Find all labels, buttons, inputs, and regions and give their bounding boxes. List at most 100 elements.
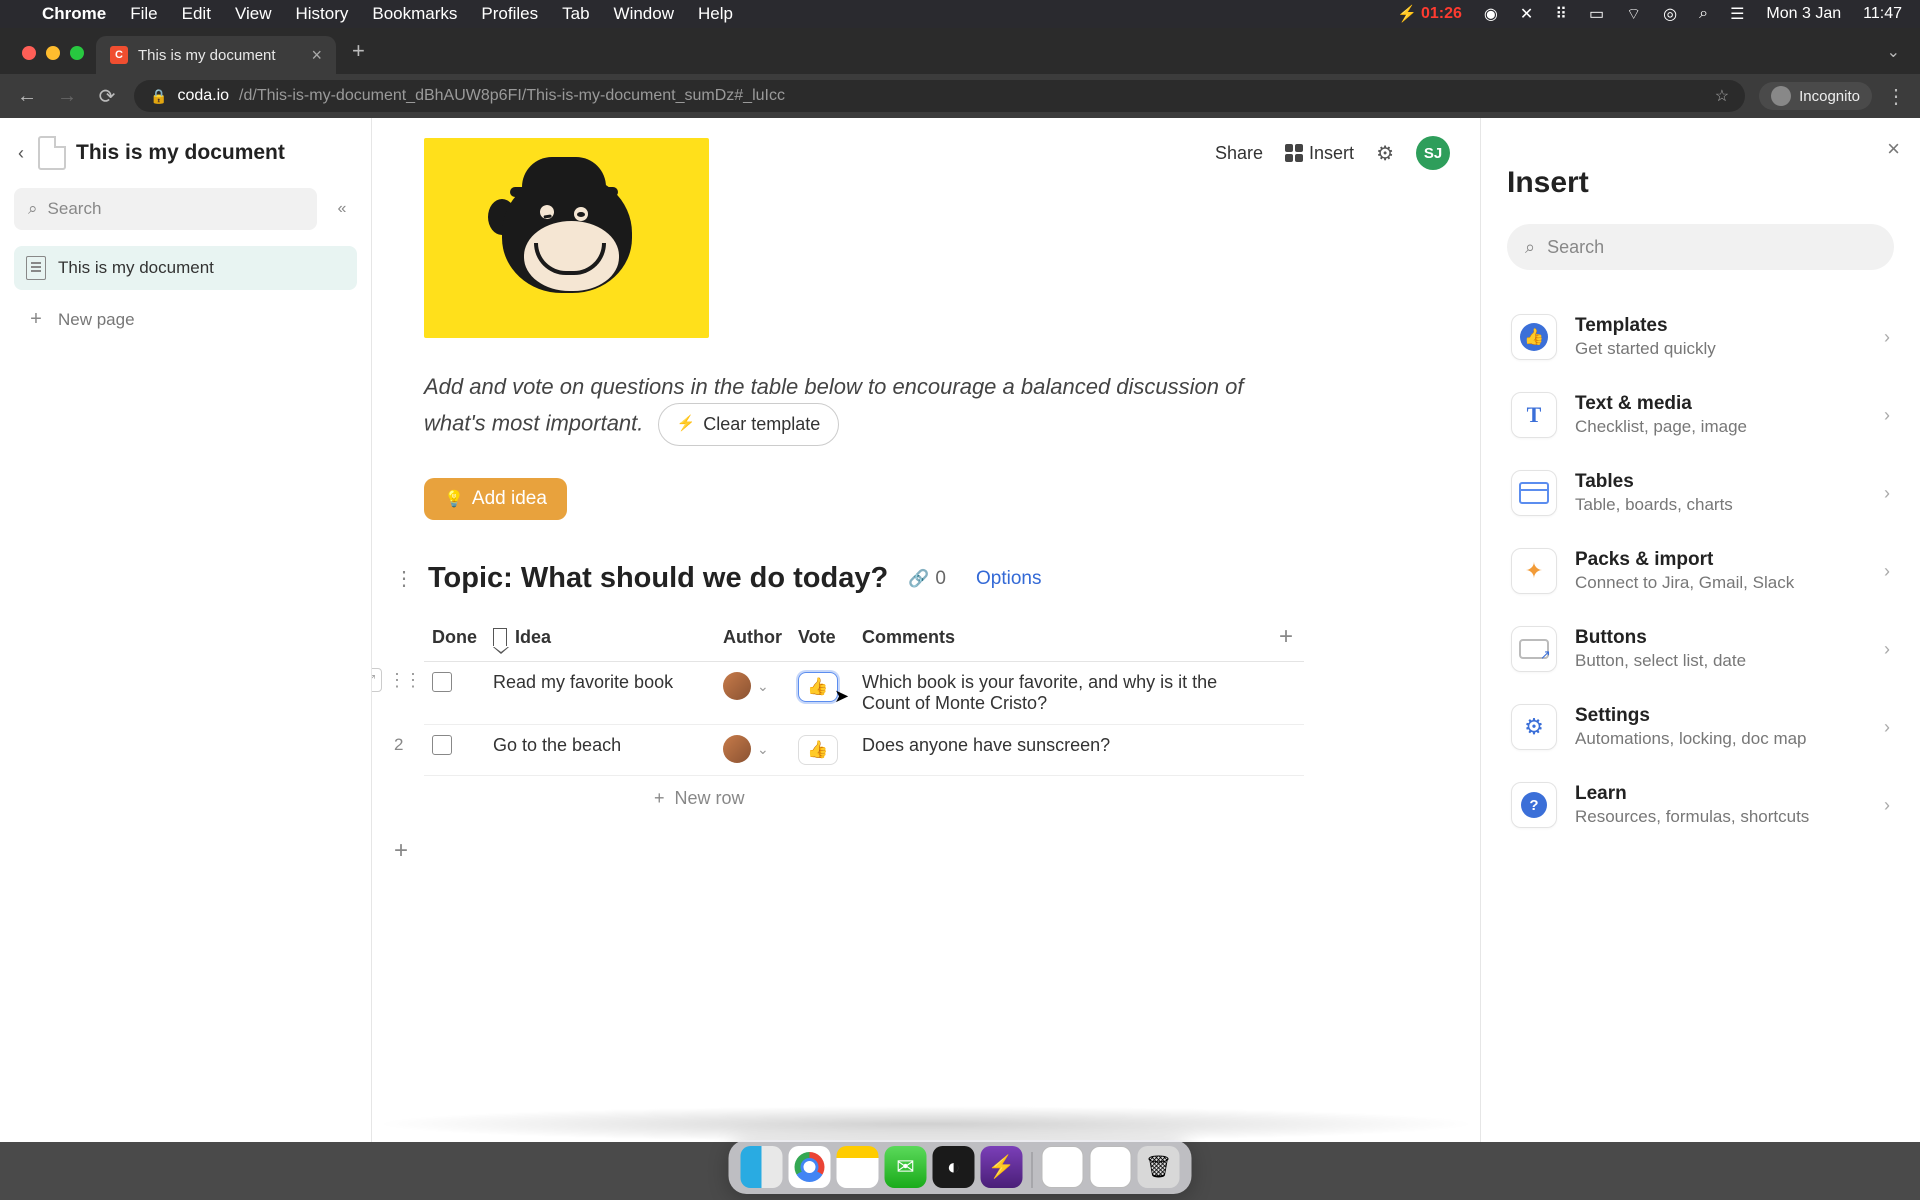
comment-cell[interactable]: Which book is your favorite, and why is …: [854, 662, 1268, 725]
dock-app-icon[interactable]: ⚡: [981, 1146, 1023, 1188]
status-icon[interactable]: ⠿: [1555, 4, 1567, 24]
col-done[interactable]: Done: [424, 613, 485, 662]
share-button[interactable]: Share: [1215, 143, 1263, 164]
table-menu-button[interactable]: ⋮: [394, 566, 414, 591]
table-title[interactable]: Topic: What should we do today?: [428, 562, 888, 595]
panel-search-input[interactable]: ⌕ Search: [1507, 224, 1894, 270]
author-cell[interactable]: ⌄: [723, 672, 782, 700]
menu-tab[interactable]: Tab: [562, 4, 589, 24]
chevron-down-icon[interactable]: ⌄: [757, 741, 769, 758]
window-close-button[interactable]: [22, 46, 36, 60]
idea-cell[interactable]: Go to the beach: [485, 725, 715, 776]
battery-icon[interactable]: ▭: [1589, 4, 1604, 24]
user-avatar[interactable]: SJ: [1416, 136, 1450, 170]
insert-item-packs[interactable]: ✦ Packs & import Connect to Jira, Gmail,…: [1507, 532, 1894, 610]
browser-menu-button[interactable]: ⋮: [1886, 84, 1906, 109]
insert-item-buttons[interactable]: Buttons Button, select list, date ›: [1507, 610, 1894, 688]
item-title: Tables: [1575, 471, 1866, 493]
insert-button[interactable]: Insert: [1285, 143, 1354, 164]
new-tab-button[interactable]: +: [336, 38, 381, 74]
dock-finder-icon[interactable]: [741, 1146, 783, 1188]
menu-window[interactable]: Window: [614, 4, 674, 24]
dock-chrome-icon[interactable]: [789, 1146, 831, 1188]
collapse-sidebar-button[interactable]: «: [327, 194, 357, 224]
vote-button[interactable]: 👍: [798, 672, 838, 702]
bookmark-star-icon[interactable]: ☆: [1715, 86, 1729, 106]
idea-cell[interactable]: Read my favorite book: [485, 662, 715, 725]
author-cell[interactable]: ⌄: [723, 735, 782, 763]
add-block-button[interactable]: +: [394, 837, 1428, 865]
back-chevron-icon[interactable]: ‹: [14, 139, 28, 168]
address-bar[interactable]: 🔒 coda.io/d/This-is-my-document_dBhAUW8p…: [134, 80, 1745, 112]
table-row[interactable]: ⤢ ⋮⋮ Read my favorite book ⌄ 👍: [424, 662, 1304, 725]
nav-reload-button[interactable]: ⟳: [94, 84, 120, 109]
battery-status[interactable]: ⚡01:26: [1397, 4, 1462, 24]
status-icon[interactable]: ✕: [1520, 4, 1533, 24]
insert-item-settings[interactable]: ⚙ Settings Automations, locking, doc map…: [1507, 688, 1894, 766]
vote-button[interactable]: 👍: [798, 735, 838, 765]
clear-template-button[interactable]: ⚡ Clear template: [658, 403, 840, 446]
done-checkbox[interactable]: [432, 735, 452, 755]
menu-file[interactable]: File: [130, 4, 157, 24]
lock-icon[interactable]: 🔒: [150, 88, 167, 105]
panel-close-button[interactable]: ×: [1887, 136, 1900, 162]
menu-help[interactable]: Help: [698, 4, 733, 24]
insert-item-text-media[interactable]: T Text & media Checklist, page, image ›: [1507, 376, 1894, 454]
menubar-date[interactable]: Mon 3 Jan: [1766, 5, 1841, 23]
status-icon[interactable]: ◎: [1663, 4, 1677, 24]
lightbulb-icon: 💡: [444, 489, 464, 509]
col-vote[interactable]: Vote: [790, 613, 854, 662]
drag-handle-icon[interactable]: ⋮⋮: [388, 670, 420, 691]
table-row[interactable]: 2 Go to the beach ⌄ 👍 Does anyone have s…: [424, 725, 1304, 776]
intro-paragraph[interactable]: Add and vote on questions in the table b…: [424, 370, 1244, 446]
doc-title[interactable]: This is my document: [76, 141, 285, 165]
insert-item-tables[interactable]: Tables Table, boards, charts ›: [1507, 454, 1894, 532]
menubar-time[interactable]: 11:47: [1863, 5, 1902, 23]
dock-messages-icon[interactable]: ✉: [885, 1146, 927, 1188]
col-author[interactable]: Author: [715, 613, 790, 662]
tab-list-button[interactable]: ⌄: [1867, 42, 1920, 74]
menu-profiles[interactable]: Profiles: [481, 4, 538, 24]
sidebar-search-input[interactable]: ⌕ Search: [14, 188, 317, 230]
window-zoom-button[interactable]: [70, 46, 84, 60]
chevron-down-icon[interactable]: ⌄: [757, 678, 769, 695]
insert-item-templates[interactable]: 👍 Templates Get started quickly ›: [1507, 298, 1894, 376]
col-comments[interactable]: Comments: [854, 613, 1268, 662]
dock-trash-icon[interactable]: 🗑: [1138, 1146, 1180, 1188]
menu-view[interactable]: View: [235, 4, 272, 24]
control-center-icon[interactable]: ☰: [1730, 4, 1744, 24]
nav-back-button[interactable]: ←: [14, 85, 40, 108]
tab-close-button[interactable]: ×: [311, 45, 322, 66]
add-column-button[interactable]: +: [1268, 613, 1304, 662]
menu-edit[interactable]: Edit: [182, 4, 211, 24]
add-idea-label: Add idea: [472, 488, 547, 510]
menu-history[interactable]: History: [295, 4, 348, 24]
window-minimize-button[interactable]: [46, 46, 60, 60]
col-idea[interactable]: Idea: [485, 613, 715, 662]
insert-item-learn[interactable]: ? Learn Resources, formulas, shortcuts ›: [1507, 766, 1894, 844]
incognito-indicator[interactable]: Incognito: [1759, 82, 1872, 110]
link-count[interactable]: 🔗 0: [908, 568, 946, 590]
header-image[interactable]: [424, 138, 709, 338]
app-name[interactable]: Chrome: [42, 4, 106, 24]
macos-menubar: Chrome File Edit View History Bookmarks …: [0, 0, 1920, 28]
spotlight-icon[interactable]: ⌕: [1699, 5, 1708, 23]
nav-item-label: This is my document: [58, 258, 214, 278]
done-checkbox[interactable]: [432, 672, 452, 692]
table-options-button[interactable]: Options: [976, 568, 1041, 590]
new-page-button[interactable]: + New page: [14, 296, 357, 343]
dock-document-icon[interactable]: [1042, 1146, 1084, 1188]
menu-bookmarks[interactable]: Bookmarks: [372, 4, 457, 24]
comment-cell[interactable]: Does anyone have sunscreen?: [854, 725, 1268, 776]
settings-gear-icon[interactable]: ⚙: [1376, 141, 1394, 166]
add-idea-button[interactable]: 💡 Add idea: [424, 478, 567, 520]
status-icon[interactable]: ◉: [1484, 4, 1498, 24]
wifi-icon[interactable]: ⌔: [1626, 4, 1641, 24]
dock-document-icon[interactable]: [1090, 1146, 1132, 1188]
dock-app-icon[interactable]: ◐: [933, 1146, 975, 1188]
new-row-button[interactable]: + New row: [424, 776, 1428, 821]
browser-tab[interactable]: C This is my document ×: [96, 36, 336, 74]
dock-notes-icon[interactable]: [837, 1146, 879, 1188]
expand-row-button[interactable]: ⤢: [372, 668, 382, 692]
sidebar-nav-item[interactable]: This is my document: [14, 246, 357, 290]
